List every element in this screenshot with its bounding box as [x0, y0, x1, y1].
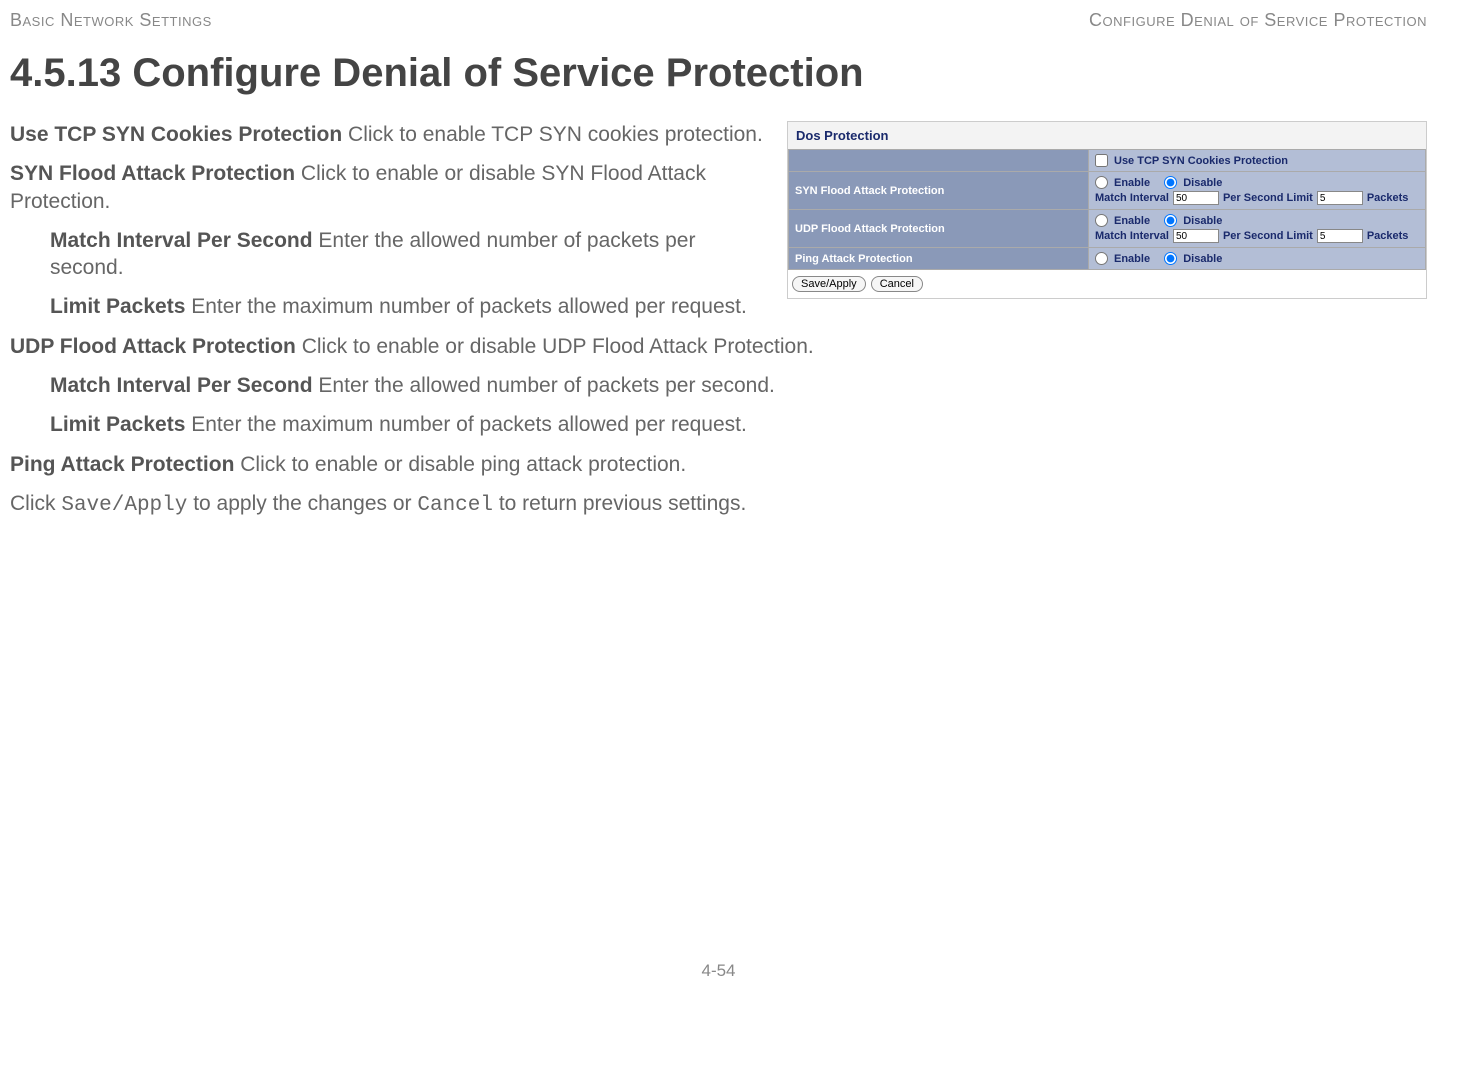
udp-persec-input[interactable]: [1317, 229, 1363, 243]
syn-enable-label: Enable: [1114, 177, 1150, 189]
udp-match-label: Match Interval: [1095, 230, 1169, 242]
dos-protection-panel: Dos Protection Use TCP SYN Cookies Prote…: [787, 121, 1427, 299]
text-udp: Click to enable or disable UDP Flood Att…: [296, 335, 814, 358]
section-title: 4.5.13 Configure Denial of Service Prote…: [10, 51, 1427, 96]
text-apply-pre: Click: [10, 492, 61, 515]
page-footer: 4-54: [10, 961, 1427, 981]
button-row: Save/Apply Cancel: [788, 270, 1426, 298]
ping-row-label: Ping Attack Protection: [789, 248, 1089, 270]
term-syn-match: Match Interval Per Second: [50, 229, 313, 252]
para-udp-limit: Limit Packets Enter the maximum number o…: [50, 411, 1427, 438]
udp-enable-radio[interactable]: [1095, 214, 1108, 227]
empty-row-label: [789, 150, 1089, 172]
udp-match-input[interactable]: [1173, 229, 1219, 243]
syn-persec-input[interactable]: [1317, 191, 1363, 205]
syn-row-label: SYN Flood Attack Protection: [789, 172, 1089, 210]
text-ping: Click to enable or disable ping attack p…: [234, 453, 686, 476]
syn-enable-radio[interactable]: [1095, 176, 1108, 189]
header-left: Basic Network Settings: [10, 10, 212, 31]
save-apply-button[interactable]: Save/Apply: [792, 276, 866, 292]
ping-disable-label: Disable: [1183, 253, 1222, 265]
syn-row-ctrl: Enable Disable Match Interval Per Second…: [1089, 172, 1426, 210]
para-udp-match: Match Interval Per Second Enter the allo…: [50, 372, 1427, 399]
syn-disable-label: Disable: [1183, 177, 1222, 189]
code-save: Save/Apply: [61, 494, 187, 517]
tcp-cookies-cell: Use TCP SYN Cookies Protection: [1089, 150, 1426, 172]
text-tcp-cookies: Click to enable TCP SYN cookies protecti…: [342, 123, 763, 146]
term-syn: SYN Flood Attack Protection: [10, 162, 295, 185]
ping-enable-radio[interactable]: [1095, 252, 1108, 265]
term-tcp-cookies: Use TCP SYN Cookies Protection: [10, 123, 342, 146]
text-apply-mid: to apply the changes or: [187, 492, 417, 515]
term-ping: Ping Attack Protection: [10, 453, 234, 476]
page-header: Basic Network Settings Configure Denial …: [10, 10, 1427, 31]
text-syn-limit: Enter the maximum number of packets allo…: [185, 295, 746, 318]
para-apply: Click Save/Apply to apply the changes or…: [10, 490, 1427, 519]
udp-disable-radio[interactable]: [1164, 214, 1177, 227]
para-ping: Ping Attack Protection Click to enable o…: [10, 451, 1427, 478]
para-udp: UDP Flood Attack Protection Click to ena…: [10, 333, 1427, 360]
code-cancel: Cancel: [417, 494, 493, 517]
tcp-cookies-checkbox[interactable]: [1095, 154, 1108, 167]
header-right: Configure Denial of Service Protection: [1089, 10, 1427, 31]
term-udp: UDP Flood Attack Protection: [10, 335, 296, 358]
ping-disable-radio[interactable]: [1164, 252, 1177, 265]
panel-title: Dos Protection: [788, 122, 1426, 149]
syn-persec-label: Per Second Limit: [1223, 192, 1313, 204]
cancel-button[interactable]: Cancel: [871, 276, 923, 292]
udp-row-ctrl: Enable Disable Match Interval Per Second…: [1089, 210, 1426, 248]
term-udp-match: Match Interval Per Second: [50, 374, 313, 397]
udp-enable-label: Enable: [1114, 215, 1150, 227]
ping-row-ctrl: Enable Disable: [1089, 248, 1426, 270]
syn-disable-radio[interactable]: [1164, 176, 1177, 189]
udp-packets-label: Packets: [1367, 230, 1409, 242]
text-udp-match: Enter the allowed number of packets per …: [313, 374, 775, 397]
udp-row-label: UDP Flood Attack Protection: [789, 210, 1089, 248]
syn-match-input[interactable]: [1173, 191, 1219, 205]
syn-match-label: Match Interval: [1095, 192, 1169, 204]
udp-disable-label: Disable: [1183, 215, 1222, 227]
syn-packets-label: Packets: [1367, 192, 1409, 204]
text-apply-post: to return previous settings.: [493, 492, 746, 515]
term-udp-limit: Limit Packets: [50, 413, 185, 436]
udp-persec-label: Per Second Limit: [1223, 230, 1313, 242]
term-syn-limit: Limit Packets: [50, 295, 185, 318]
ping-enable-label: Enable: [1114, 253, 1150, 265]
tcp-cookies-label: Use TCP SYN Cookies Protection: [1114, 155, 1288, 167]
text-udp-limit: Enter the maximum number of packets allo…: [185, 413, 746, 436]
